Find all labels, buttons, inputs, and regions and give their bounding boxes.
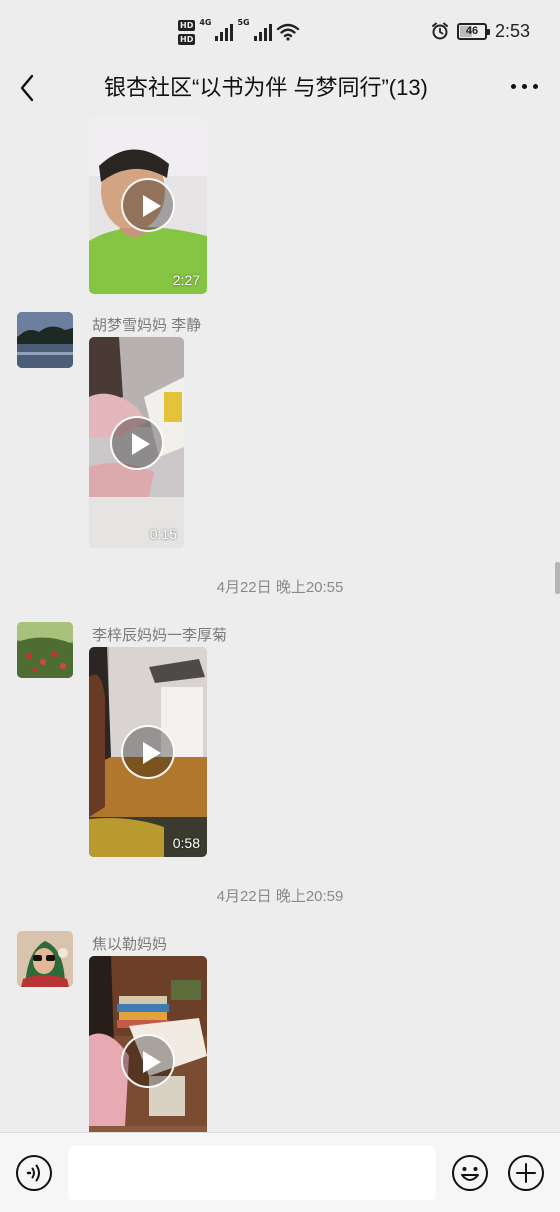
video-message[interactable]: 0:58: [89, 647, 207, 857]
chat-header: 银杏社区“以书为伴 与梦同行”(13): [0, 60, 560, 116]
sender-name: 胡梦雪妈妈 李静: [92, 317, 202, 334]
avatar-image: [17, 931, 73, 987]
more-dots-icon: [511, 84, 516, 89]
voice-input-button[interactable]: [15, 1154, 53, 1192]
battery-indicator: 46: [456, 22, 490, 40]
sender-name: 李梓辰妈妈一李厚菊: [92, 627, 228, 644]
video-message[interactable]: [89, 956, 207, 1132]
battery-level: 46: [465, 24, 479, 37]
video-message[interactable]: 0:15: [89, 337, 184, 548]
sim1-network-type: 4G: [199, 18, 212, 27]
video-duration: 2:27: [172, 272, 200, 288]
chevron-left-icon: [20, 74, 34, 102]
message-input[interactable]: [68, 1146, 436, 1200]
hd-badge-sim2: HD: [178, 33, 196, 45]
signal-icon: [253, 23, 272, 41]
hd-badge-sim1: HD: [178, 19, 196, 31]
scrollbar-thumb[interactable]: [555, 562, 560, 594]
clock: 2:53: [494, 20, 530, 41]
signal-icon: [215, 23, 234, 41]
network-status: HD HD 4G 5G: [178, 14, 300, 50]
chat-title: 银杏社区“以书为伴 与梦同行”(13): [104, 75, 428, 100]
emoji-icon: [452, 1155, 488, 1191]
avatar-image: [17, 312, 73, 368]
alarm-icon: [431, 22, 448, 40]
voice-icon: [16, 1155, 52, 1191]
back-button[interactable]: [12, 72, 44, 104]
play-icon: [121, 178, 175, 232]
video-duration: 0:58: [172, 835, 200, 851]
video-duration: 0:15: [149, 526, 177, 542]
avatar[interactable]: [17, 312, 73, 368]
play-icon: [121, 725, 175, 779]
status-bar: HD HD 4G 5G 46 2:53: [0, 0, 560, 60]
message-timestamp: 4月22日 晚上20:59: [216, 888, 344, 905]
chat-message-list[interactable]: 2:27 胡梦雪妈妈 李静 0:15 4月22日 晚上20:55 李梓辰妈妈一李…: [0, 116, 560, 1132]
system-status: 46 2:53: [431, 18, 530, 44]
play-icon: [121, 1034, 175, 1088]
more-button[interactable]: [511, 84, 538, 92]
more-actions-button[interactable]: [507, 1154, 545, 1192]
sender-name: 焦以勒妈妈: [92, 936, 168, 953]
avatar-image: [17, 622, 73, 678]
plus-icon: [508, 1155, 544, 1191]
avatar[interactable]: [17, 931, 73, 987]
sim2-network-type: 5G: [237, 18, 250, 27]
avatar[interactable]: [17, 622, 73, 678]
play-icon: [109, 415, 164, 470]
video-message[interactable]: 2:27: [89, 116, 207, 294]
emoji-button[interactable]: [451, 1154, 489, 1192]
wifi-icon: [276, 23, 299, 41]
chat-input-bar: [0, 1132, 560, 1212]
message-timestamp: 4月22日 晚上20:55: [216, 579, 344, 596]
